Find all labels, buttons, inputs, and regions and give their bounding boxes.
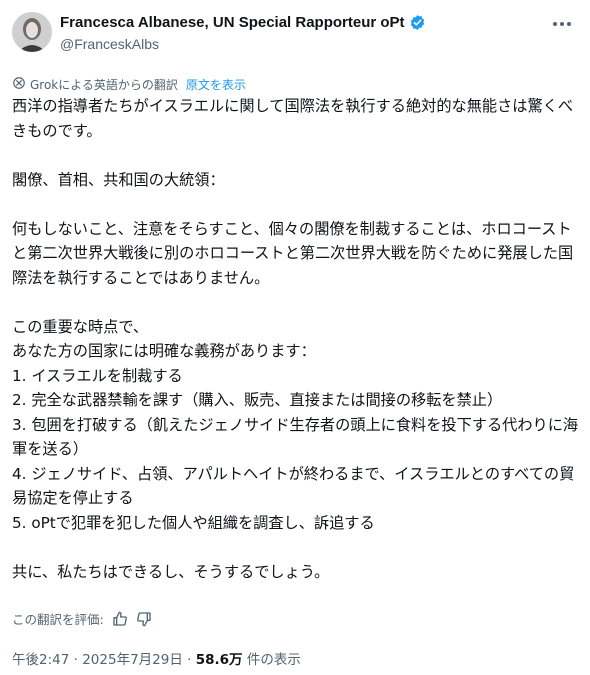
views-label: 件の表示 bbox=[246, 652, 301, 668]
more-icon[interactable] bbox=[550, 14, 574, 34]
show-original-link[interactable]: 原文を表示 bbox=[186, 76, 246, 93]
meta-separator: · bbox=[187, 652, 192, 668]
tweet-meta: 午後2:47 · 2025年7月29日 · 58.6万 件の表示 bbox=[12, 648, 301, 668]
author-name[interactable]: Francesca Albanese, UN Special Rapporteu… bbox=[60, 14, 405, 31]
tweet-text: 西洋の指導者たちがイスラエルに関して国際法を執行する絶対的な無能さは驚くべきもの… bbox=[12, 97, 579, 581]
translation-bar: Grokによる英語からの翻訳 原文を表示 bbox=[12, 76, 246, 93]
translate-icon bbox=[12, 76, 26, 93]
author-handle[interactable]: @FranceskAlbs bbox=[60, 36, 159, 52]
avatar[interactable] bbox=[12, 12, 52, 52]
tweet-time[interactable]: 午後2:47 bbox=[12, 652, 69, 668]
translation-label: Grokによる英語からの翻訳 bbox=[30, 78, 178, 92]
thumbs-down-icon[interactable] bbox=[136, 611, 152, 627]
avatar-photo bbox=[12, 12, 52, 52]
rate-translation-row: この翻訳を評価: bbox=[12, 609, 152, 628]
meta-separator: · bbox=[73, 652, 78, 668]
views-count[interactable]: 58.6万 bbox=[196, 652, 243, 668]
tweet-date[interactable]: 2025年7月29日 bbox=[82, 652, 183, 668]
verified-badge-icon bbox=[409, 14, 426, 31]
rate-translation-label: この翻訳を評価: bbox=[12, 612, 104, 627]
thumbs-up-icon[interactable] bbox=[112, 611, 128, 627]
author-name-row: Francesca Albanese, UN Special Rapporteu… bbox=[60, 14, 426, 31]
